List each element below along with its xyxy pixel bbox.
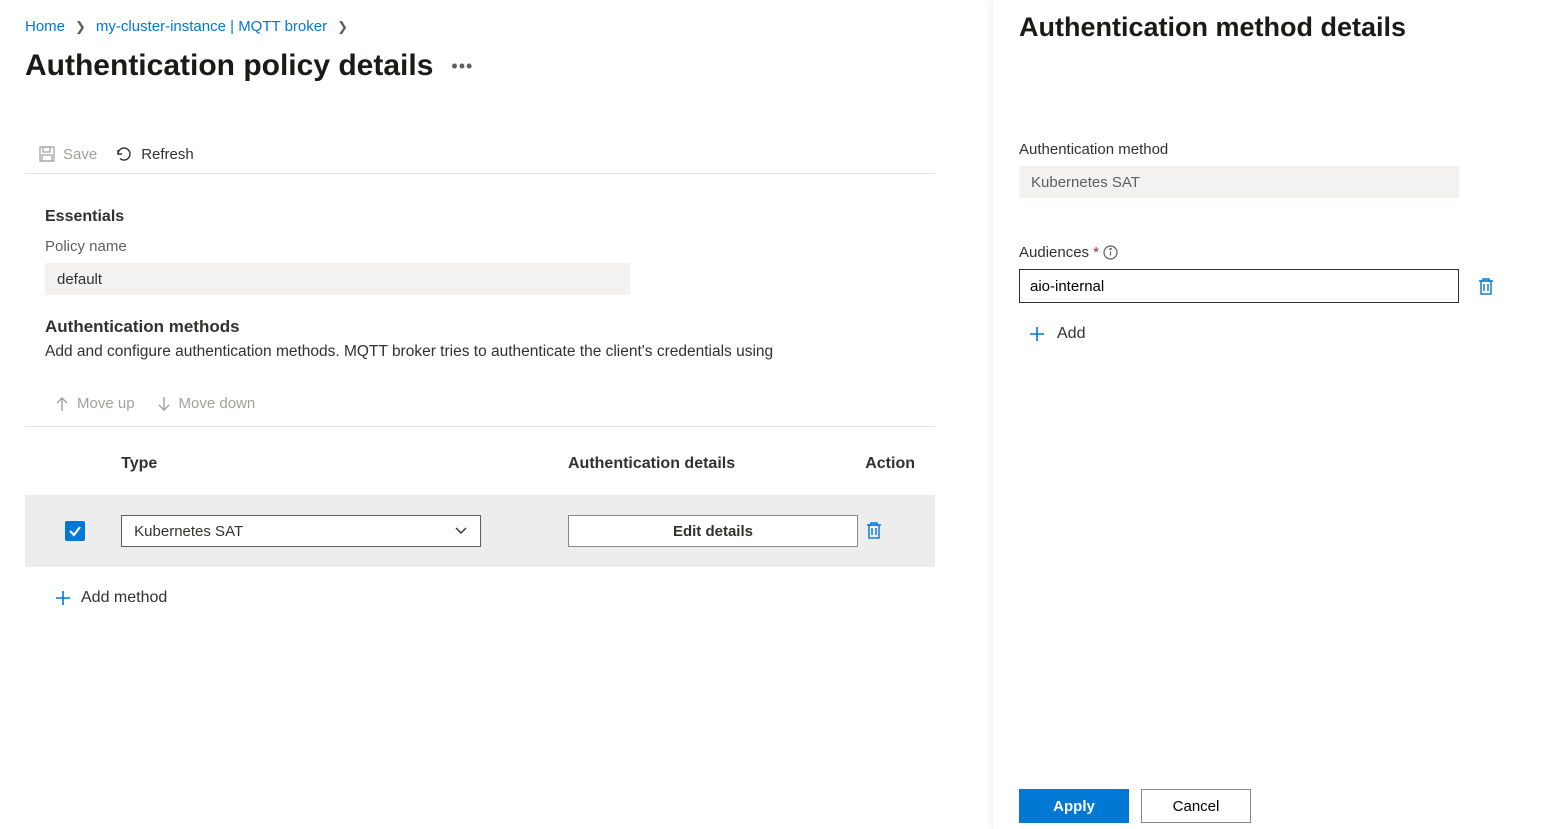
move-up-button: Move up	[55, 395, 135, 412]
check-icon	[68, 524, 82, 538]
chevron-right-icon: ❯	[337, 19, 348, 35]
cancel-button[interactable]: Cancel	[1141, 789, 1251, 823]
arrow-down-icon	[157, 396, 171, 412]
details-panel: Authentication method details Authentica…	[992, 0, 1548, 829]
chevron-down-icon	[454, 526, 468, 536]
breadcrumb-home[interactable]: Home	[25, 18, 65, 35]
refresh-button[interactable]: Refresh	[115, 145, 194, 163]
plus-icon	[1029, 326, 1045, 342]
delete-icon[interactable]	[865, 520, 883, 540]
delete-audience-icon[interactable]	[1477, 276, 1495, 296]
add-audience-button[interactable]: Add	[1019, 325, 1506, 343]
move-up-label: Move up	[77, 395, 135, 412]
page-title: Authentication policy details	[25, 49, 433, 83]
essentials-title: Essentials	[25, 208, 935, 226]
col-details: Authentication details	[568, 445, 865, 495]
row-checkbox[interactable]	[65, 521, 85, 541]
panel-title: Authentication method details	[1019, 12, 1506, 43]
required-star: *	[1093, 244, 1099, 261]
auth-methods-table: Type Authentication details Action Kuber…	[25, 445, 935, 567]
arrow-up-icon	[55, 396, 69, 412]
save-button: Save	[39, 146, 97, 163]
table-row: Kubernetes SAT Edit details	[25, 495, 935, 567]
auth-methods-desc: Add and configure authentication methods…	[25, 343, 935, 361]
add-method-label: Add method	[81, 589, 167, 607]
col-action: Action	[865, 445, 935, 495]
breadcrumb: Home ❯ my-cluster-instance | MQTT broker…	[25, 18, 935, 35]
breadcrumb-instance[interactable]: my-cluster-instance | MQTT broker	[96, 18, 327, 35]
add-audience-label: Add	[1057, 325, 1085, 343]
move-down-label: Move down	[179, 395, 256, 412]
col-type: Type	[121, 445, 568, 495]
add-method-button[interactable]: Add method	[25, 589, 935, 607]
policy-name-value: default	[45, 263, 630, 295]
apply-button[interactable]: Apply	[1019, 789, 1129, 823]
refresh-label: Refresh	[141, 146, 194, 163]
chevron-right-icon: ❯	[75, 19, 86, 35]
policy-name-label: Policy name	[25, 238, 935, 255]
plus-icon	[55, 590, 71, 606]
auth-method-value: Kubernetes SAT	[1019, 166, 1459, 198]
audiences-label-text: Audiences	[1019, 244, 1089, 261]
more-icon[interactable]: •••	[451, 56, 473, 77]
audience-input[interactable]	[1019, 269, 1459, 303]
edit-details-button[interactable]: Edit details	[568, 515, 858, 547]
move-down-button: Move down	[157, 395, 256, 412]
audiences-label: Audiences *	[1019, 244, 1506, 261]
auth-method-label: Authentication method	[1019, 141, 1506, 158]
refresh-icon	[115, 145, 133, 163]
save-icon	[39, 146, 55, 162]
auth-methods-title: Authentication methods	[25, 317, 935, 337]
save-label: Save	[63, 146, 97, 163]
type-dropdown[interactable]: Kubernetes SAT	[121, 515, 481, 547]
info-icon	[1103, 245, 1118, 260]
type-dropdown-value: Kubernetes SAT	[134, 523, 243, 540]
